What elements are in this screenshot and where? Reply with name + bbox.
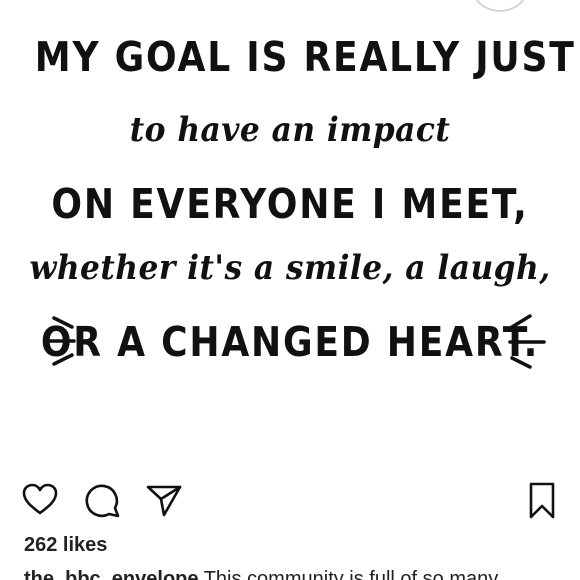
likes-count[interactable]: 262 likes bbox=[24, 534, 107, 557]
quote-line-4: whether it's a smile, a laugh, bbox=[29, 248, 551, 288]
caption-text: This community is full of so many bbox=[203, 568, 499, 580]
avatar[interactable] bbox=[470, 0, 530, 12]
post-action-bar bbox=[0, 472, 580, 524]
burst-lines-right-icon bbox=[508, 314, 546, 369]
quote-line-2: to have an impact bbox=[129, 110, 451, 150]
caption-username[interactable]: the_bbc_envelope bbox=[24, 568, 199, 580]
post-image[interactable]: MY GOAL IS REALLY JUST to have an impact… bbox=[0, 0, 580, 462]
quote-line-1: MY GOAL IS REALLY JUST bbox=[34, 33, 576, 81]
bookmark-icon[interactable] bbox=[522, 480, 562, 520]
comment-bubble-icon[interactable] bbox=[83, 480, 123, 520]
paper-plane-icon[interactable] bbox=[144, 480, 184, 520]
quote-line-5: OR A CHANGED HEART. bbox=[40, 318, 540, 366]
burst-lines-left-icon bbox=[46, 316, 76, 366]
heart-icon[interactable] bbox=[20, 480, 60, 520]
post-caption: the_bbc_envelope This community is full … bbox=[24, 568, 580, 580]
quote-line-3: ON EVERYONE I MEET, bbox=[51, 180, 529, 228]
